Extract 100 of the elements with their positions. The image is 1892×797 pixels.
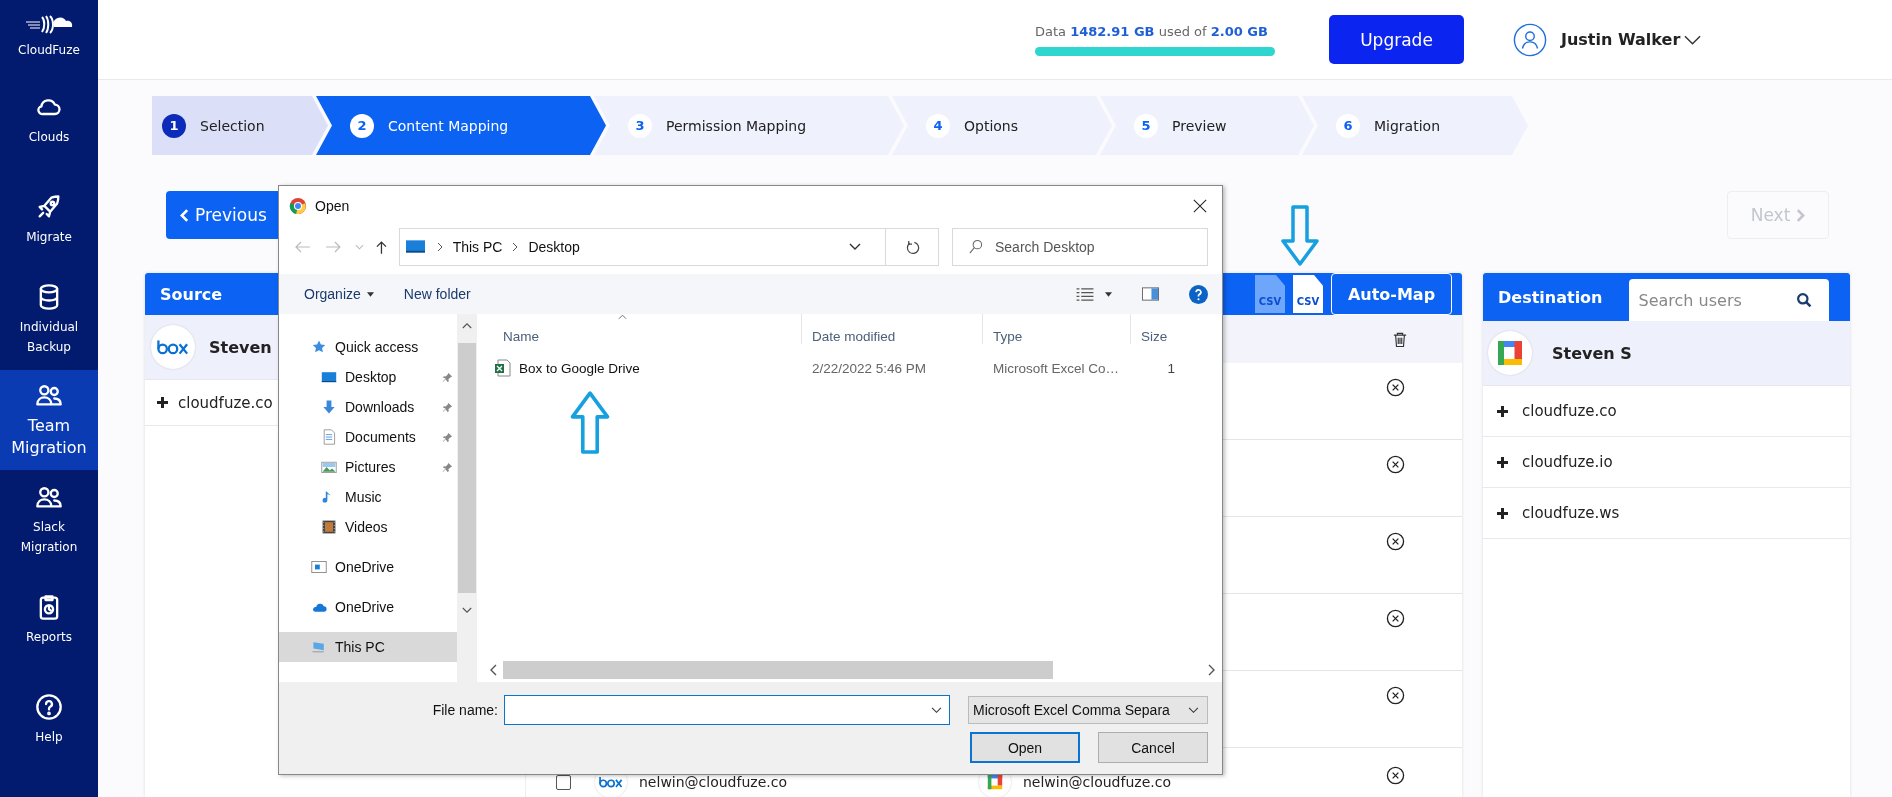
wizard-step[interactable]: 3 Permission Mapping (594, 96, 904, 155)
spreadsheet-file-icon (495, 359, 511, 377)
user-name: Steven (209, 337, 272, 357)
auto-map-button[interactable]: Auto-Map (1331, 273, 1452, 315)
computer-icon (311, 639, 327, 655)
browser-icon (289, 197, 307, 215)
navigation-item[interactable]: This PC (279, 632, 457, 662)
sidebar-item[interactable]: Slack Migration (0, 470, 98, 570)
trash-icon[interactable] (1393, 330, 1407, 348)
remove-icon[interactable] (1386, 766, 1405, 785)
caret-icon[interactable] (1105, 291, 1112, 297)
navigation-item[interactable]: Downloads (279, 392, 457, 422)
file-row[interactable]: Box to Google Drive 2/22/2022 5:46 PM Microsoft Excel Co… 1 (483, 356, 1222, 380)
refresh-icon (904, 239, 920, 255)
search-field[interactable]: Search Desktop (952, 228, 1208, 266)
navigation-item[interactable]: Documents (279, 422, 457, 452)
chevron-right-icon (512, 242, 519, 252)
domain-row[interactable]: cloudfuze.ws (1483, 488, 1850, 539)
window-icon (311, 559, 327, 575)
pin-icon (442, 461, 453, 473)
brand-name: CloudFuze (18, 43, 80, 57)
csv-upload-icon[interactable]: CSV (1293, 275, 1323, 313)
address-bar[interactable]: This PC Desktop (398, 228, 939, 266)
wizard-step[interactable]: 2 Content Mapping (316, 96, 606, 155)
breadcrumb-item[interactable]: Desktop (528, 239, 580, 255)
preview-pane-icon[interactable] (1142, 287, 1159, 301)
panel-title: Source (160, 284, 223, 304)
remove-icon[interactable] (1386, 378, 1405, 397)
user-name[interactable]: Justin Walker (1561, 30, 1681, 49)
file-name-label: File name: (432, 702, 498, 718)
pin-icon (442, 371, 453, 383)
wizard-step[interactable]: 6 Migration (1302, 96, 1528, 155)
sidebar-item[interactable]: Migrate (0, 170, 98, 270)
pin-icon (442, 401, 453, 413)
wizard-step[interactable]: 4 Options (892, 96, 1112, 155)
column-header[interactable]: Size (1131, 314, 1191, 344)
view-list-icon[interactable] (1075, 286, 1095, 302)
close-icon[interactable] (1193, 199, 1207, 213)
sidebar-item[interactable]: Help (0, 670, 98, 770)
box-logo-icon (599, 776, 623, 788)
workspace-logo-icon (1495, 338, 1525, 368)
domain-row[interactable]: cloudfuze.co (1483, 386, 1850, 437)
column-header[interactable]: Name (483, 314, 802, 344)
previous-button[interactable]: Previous (166, 191, 281, 239)
navigation-item[interactable]: Quick access (279, 332, 457, 362)
column-header[interactable]: Date modified (802, 314, 983, 344)
monitor-icon (321, 369, 337, 385)
upgrade-button[interactable]: Upgrade (1329, 15, 1464, 64)
open-button[interactable]: Open (970, 732, 1080, 763)
film-icon (321, 519, 337, 535)
remove-icon[interactable] (1386, 532, 1405, 551)
chevron-right-icon[interactable] (1208, 664, 1216, 676)
help-icon (35, 693, 63, 721)
chevron-down-icon[interactable] (1684, 34, 1702, 45)
breadcrumb-item[interactable]: This PC (452, 239, 503, 255)
help-icon[interactable] (1189, 284, 1208, 304)
user-name: Steven S (1552, 343, 1632, 363)
down-arrow-annotation (1280, 205, 1320, 267)
chevron-down-icon[interactable] (849, 243, 861, 251)
remove-icon[interactable] (1386, 609, 1405, 628)
cancel-button[interactable]: Cancel (1098, 732, 1208, 763)
avatar-icon[interactable] (1513, 22, 1547, 57)
navigation-item[interactable]: OneDrive (279, 592, 457, 622)
search-icon[interactable] (1795, 292, 1813, 309)
chevron-left-icon[interactable] (489, 664, 497, 676)
organize-menu[interactable]: Organize (304, 286, 374, 302)
search-field[interactable]: Search users (1628, 279, 1829, 321)
scrollbar[interactable] (457, 314, 477, 682)
picture-icon (321, 459, 337, 475)
new-folder-button[interactable]: New folder (403, 286, 471, 302)
remove-icon[interactable] (1386, 686, 1405, 705)
navigation-item[interactable]: Videos (279, 512, 457, 542)
download-icon (321, 399, 337, 415)
destination-email: nelwin@cloudfuze.co (1023, 774, 1171, 790)
chevron-down-icon[interactable] (462, 607, 472, 614)
chevron-down-icon[interactable] (931, 707, 942, 714)
dialog-title: Open (315, 198, 350, 214)
panel-title: Destination (1498, 287, 1603, 307)
sidebar-item[interactable]: Team Migration (0, 370, 98, 470)
wizard-step[interactable]: 1 Selection (152, 96, 328, 155)
document-icon (321, 429, 337, 445)
remove-icon[interactable] (1386, 455, 1405, 474)
sidebar-item[interactable]: Reports (0, 570, 98, 670)
file-name-field[interactable] (504, 695, 950, 725)
chevron-up-icon[interactable] (462, 322, 472, 329)
chevron-right-icon (436, 242, 443, 252)
navigation-item[interactable]: OneDrive (279, 552, 457, 582)
navigation-item[interactable]: Pictures (279, 452, 457, 482)
wizard-step[interactable]: 5 Preview (1100, 96, 1314, 155)
chevron-down-icon (1188, 706, 1199, 714)
column-header[interactable]: Type (983, 314, 1131, 344)
navigation-item[interactable]: Music (279, 482, 457, 512)
sidebar-item[interactable]: Clouds (0, 70, 98, 170)
navigation-item[interactable]: Desktop (279, 362, 457, 392)
up-arrow-icon[interactable] (375, 239, 387, 255)
file-type-dropdown[interactable]: Microsoft Excel Comma Separa (968, 696, 1208, 724)
domain-row[interactable]: cloudfuze.io (1483, 437, 1850, 488)
sidebar-item[interactable]: Individual Backup (0, 270, 98, 370)
workspace-logo-icon (986, 773, 1004, 791)
search-icon (968, 239, 983, 254)
